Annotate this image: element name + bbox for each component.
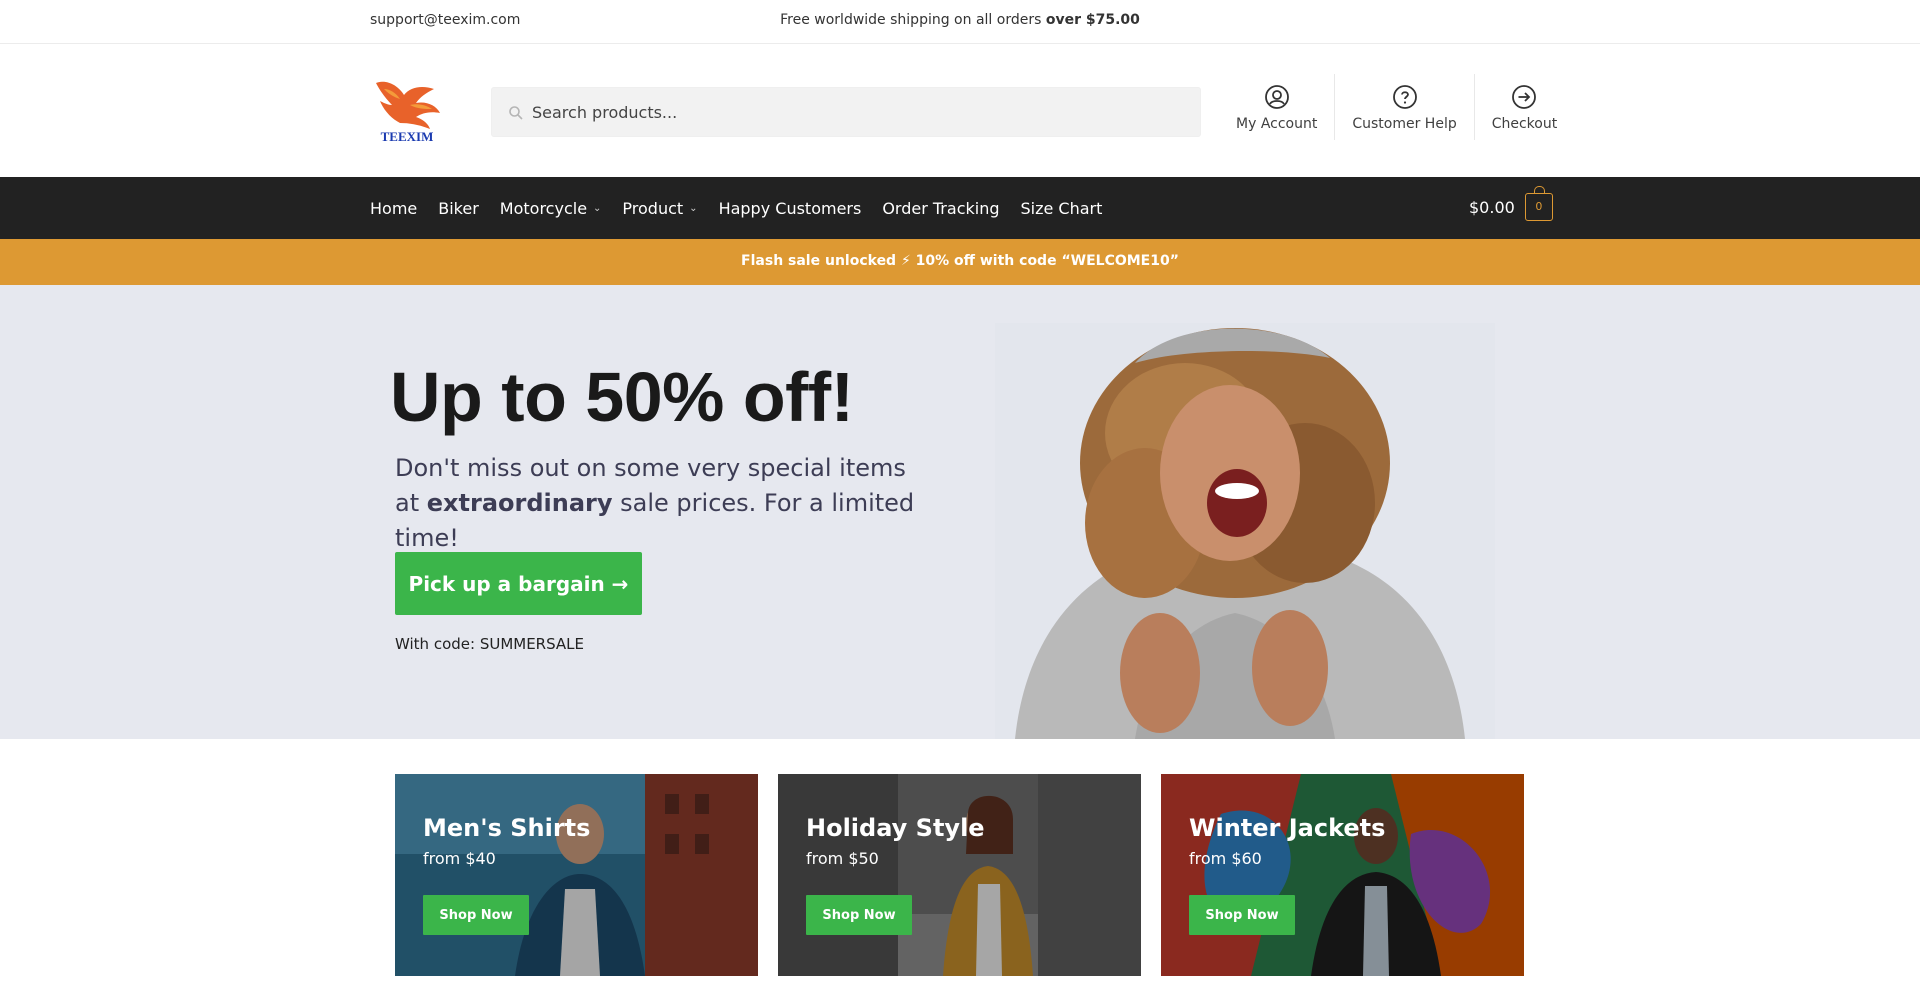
mini-cart[interactable]: $0.00 0 — [1469, 186, 1553, 221]
nav-item-label: Happy Customers — [718, 198, 862, 218]
user-circle-icon — [1264, 85, 1289, 109]
hero-subtitle: Don't miss out on some very special item… — [395, 451, 915, 556]
category-price: from $60 — [1189, 849, 1262, 868]
hero-model-image — [995, 323, 1495, 739]
shop-now-button[interactable]: Shop Now — [423, 895, 529, 935]
category-title: Men's Shirts — [423, 814, 591, 842]
nav-item-label: Motorcycle — [499, 198, 588, 218]
header-links: My Account Customer Help Checkout — [1219, 74, 1574, 140]
nav-item-label: Home — [370, 198, 418, 218]
flash-sale-banner: Flash sale unlocked ⚡ 10% off with code … — [0, 239, 1920, 285]
help-circle-icon — [1392, 85, 1417, 109]
category-title: Winter Jackets — [1189, 814, 1386, 842]
cart-count: 0 — [1535, 200, 1543, 213]
hero-title: Up to 50% off! — [390, 358, 854, 436]
nav-item-happy-customers[interactable]: Happy Customers — [719, 199, 862, 218]
top-bar: support@teexim.com Free worldwide shippi… — [0, 0, 1920, 44]
shipping-notice: Free worldwide shipping on all orders ov… — [0, 12, 1920, 28]
primary-navigation: Home Biker Motorcycle ⌄ Product ⌄ Happy Cu… — [0, 177, 1920, 239]
checkout-label: Checkout — [1491, 116, 1558, 132]
search-input[interactable] — [532, 88, 1192, 136]
shopping-bag-icon: 0 — [1524, 186, 1553, 221]
shop-now-button[interactable]: Shop Now — [1189, 895, 1295, 935]
nav-item-size-chart[interactable]: Size Chart — [1021, 199, 1103, 218]
nav-menu: Home Biker Motorcycle ⌄ Product ⌄ Happy Cu… — [370, 177, 1123, 239]
hero-subtitle-bold: extraordinary — [426, 489, 613, 517]
mens-shirts-image — [395, 774, 758, 976]
customer-help-link[interactable]: Customer Help — [1334, 74, 1473, 140]
site-header: TEEXIM My Account Customer Help — [0, 44, 1920, 177]
winter-jackets-image — [1161, 774, 1524, 976]
nav-item-home[interactable]: Home — [370, 199, 417, 218]
nav-item-motorcycle[interactable]: Motorcycle ⌄ — [500, 199, 602, 218]
promo-code-text: With code: SUMMERSALE — [395, 635, 585, 653]
shop-now-button[interactable]: Shop Now — [806, 895, 912, 935]
nav-item-label: Order Tracking — [882, 198, 1000, 218]
category-price: from $40 — [423, 849, 496, 868]
holiday-style-image — [778, 774, 1141, 976]
bargain-button[interactable]: Pick up a bargain → — [395, 552, 642, 615]
category-card-mens-shirts[interactable]: Men's Shirts from $40 Shop Now — [395, 774, 758, 976]
shipping-threshold: over $75.00 — [1045, 12, 1140, 28]
logo-wordmark: TEEXIM — [381, 129, 434, 144]
nav-item-biker[interactable]: Biker — [438, 199, 479, 218]
my-account-link[interactable]: My Account — [1219, 74, 1334, 140]
nav-item-product[interactable]: Product ⌄ — [622, 199, 697, 218]
category-price: from $50 — [806, 849, 879, 868]
shipping-text: Free worldwide shipping on all orders — [780, 12, 1046, 28]
chevron-down-icon: ⌄ — [689, 202, 698, 214]
nav-item-label: Product — [622, 198, 684, 218]
site-logo[interactable]: TEEXIM — [370, 75, 444, 145]
customer-help-label: Customer Help — [1352, 116, 1457, 132]
category-tiles: Men's Shirts from $40 Shop Now Holiday S… — [395, 774, 1525, 976]
category-card-holiday-style[interactable]: Holiday Style from $50 Shop Now — [778, 774, 1141, 976]
my-account-label: My Account — [1236, 116, 1318, 132]
flash-sale-text: Flash sale unlocked ⚡ 10% off with code … — [741, 253, 1179, 269]
hero-banner: Up to 50% off! Don't miss out on some ve… — [0, 285, 1920, 739]
arrow-right-circle-icon — [1512, 85, 1537, 109]
nav-item-order-tracking[interactable]: Order Tracking — [882, 199, 999, 218]
cart-total: $0.00 — [1469, 197, 1515, 217]
category-card-winter-jackets[interactable]: Winter Jackets from $60 Shop Now — [1161, 774, 1524, 976]
checkout-link[interactable]: Checkout — [1473, 74, 1575, 140]
search-icon — [509, 106, 523, 120]
category-title: Holiday Style — [806, 814, 985, 842]
phoenix-logo-icon: TEEXIM — [376, 81, 440, 144]
product-search[interactable] — [491, 87, 1201, 137]
chevron-down-icon: ⌄ — [593, 202, 602, 214]
nav-item-label: Biker — [438, 198, 479, 218]
nav-item-label: Size Chart — [1020, 198, 1103, 218]
